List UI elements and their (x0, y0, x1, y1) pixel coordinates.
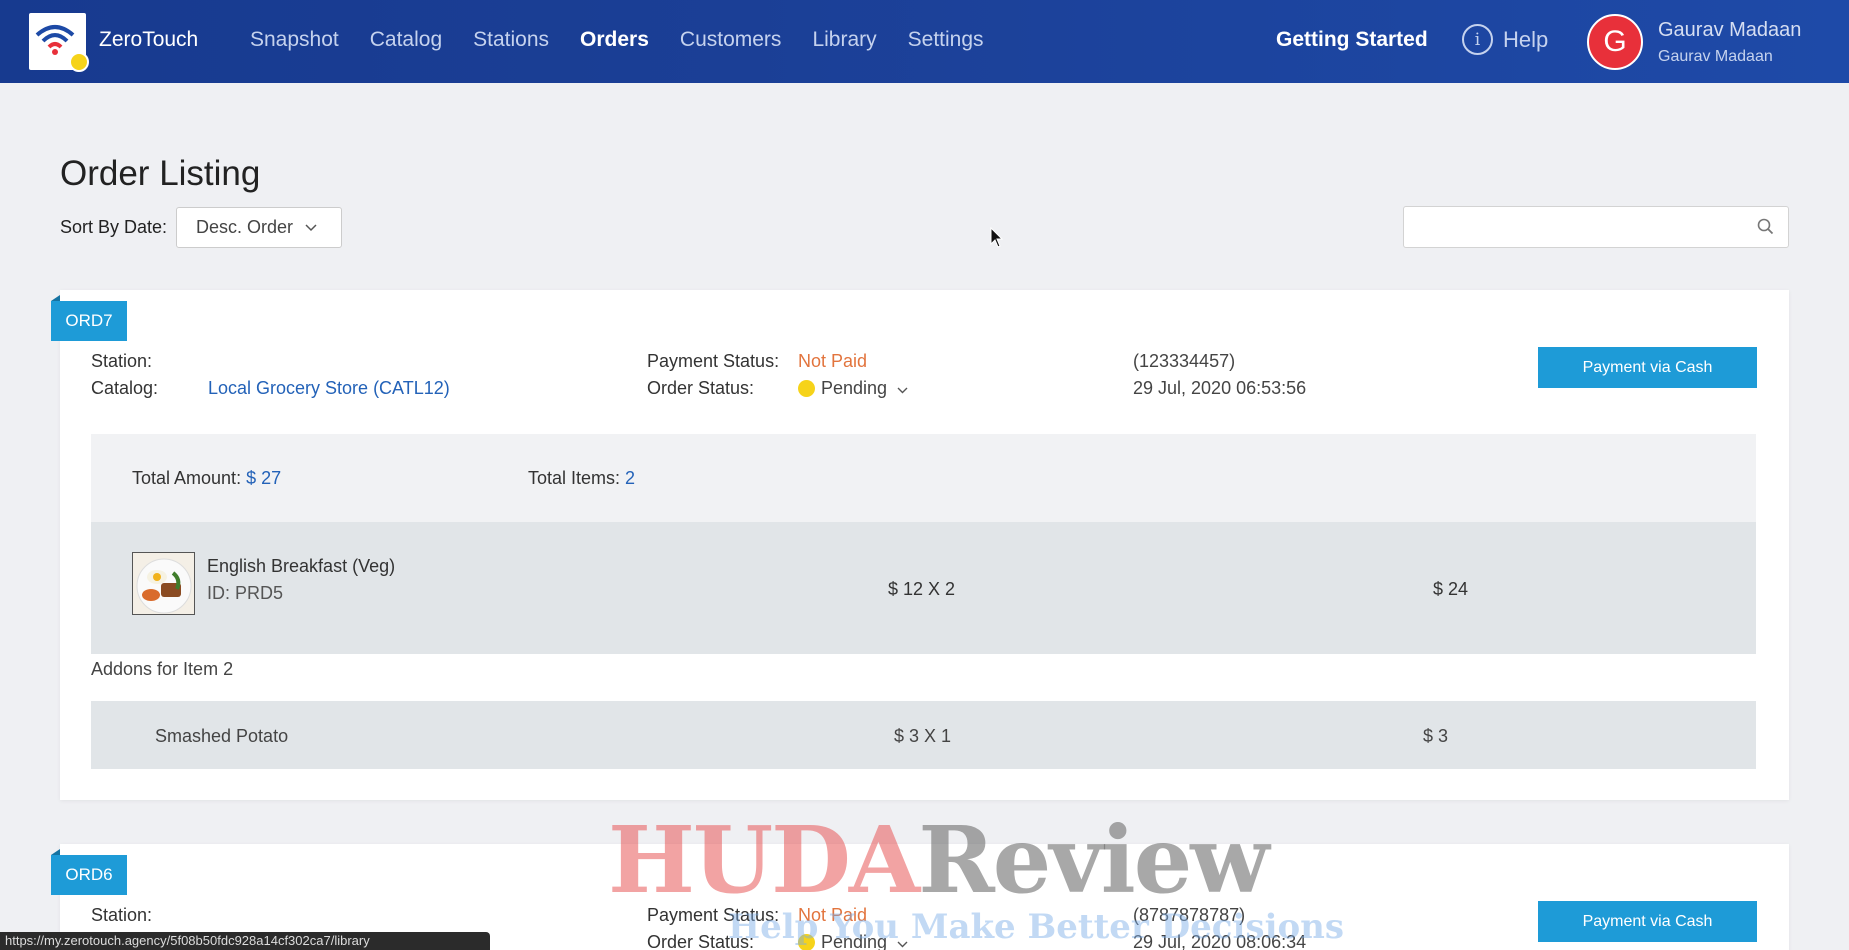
product-line-total: $ 24 (1433, 579, 1469, 599)
addon-name: Smashed Potato (155, 726, 289, 746)
addon-qty-price: $ 3 X 1 (894, 726, 952, 746)
search-icon[interactable] (1757, 218, 1774, 235)
wifi-icon (35, 25, 75, 55)
sort-by-date-label: Sort By Date: (60, 217, 168, 237)
pending-status-dot (798, 380, 815, 397)
total-items-value: 2 (625, 468, 636, 488)
zerotouch-logo[interactable] (29, 13, 89, 72)
info-icon: i (1462, 24, 1493, 55)
product-id: ID: PRD5 (207, 583, 284, 603)
order-status-label: Order Status: (647, 932, 755, 950)
nav-customers[interactable]: Customers (680, 28, 782, 52)
station-label: Station: (91, 905, 153, 925)
order-search (1403, 206, 1789, 248)
help-link[interactable]: i Help (1462, 24, 1548, 55)
order-status-dropdown[interactable]: Pending (798, 932, 908, 950)
customer-phone: (123334457) (1133, 351, 1236, 371)
chevron-down-icon (897, 941, 908, 948)
user-subtitle: Gaurav Madaan (1658, 48, 1773, 65)
page-title: Order Listing (60, 154, 261, 193)
nav-library[interactable]: Library (812, 28, 876, 52)
order-datetime: 29 Jul, 2020 06:53:56 (1133, 378, 1307, 398)
mouse-cursor-icon (990, 227, 1004, 248)
order-status-label: Order Status: (647, 378, 755, 398)
payment-via-cash-button[interactable]: Payment via Cash (1538, 347, 1757, 388)
total-amount-value: $ 27 (246, 468, 282, 488)
nav-stations[interactable]: Stations (473, 28, 549, 52)
getting-started-link[interactable]: Getting Started (1276, 28, 1428, 52)
pending-status-dot (798, 934, 815, 950)
payment-status-value: Not Paid (798, 905, 868, 925)
catalog-label: Catalog: (91, 378, 159, 398)
payment-via-cash-button[interactable]: Payment via Cash (1538, 901, 1757, 942)
nav-orders[interactable]: Orders (580, 28, 649, 52)
product-name: English Breakfast (Veg) (207, 556, 396, 576)
payment-status-value: Not Paid (798, 351, 868, 371)
order-datetime: 29 Jul, 2020 08:06:34 (1133, 932, 1307, 950)
user-avatar[interactable]: G (1587, 14, 1643, 70)
product-thumbnail (132, 552, 195, 615)
payment-status-label: Payment Status: (647, 351, 780, 371)
chevron-down-icon (897, 387, 908, 394)
nav-snapshot[interactable]: Snapshot (250, 28, 339, 52)
payment-status-label: Payment Status: (647, 905, 780, 925)
product-qty-price: $ 12 X 2 (888, 579, 956, 599)
order-id-tag: ORD6 (51, 849, 127, 895)
customer-phone: (8787878787) (1133, 905, 1246, 925)
user-name[interactable]: Gaurav Madaan (1658, 19, 1801, 42)
order-id-tag: ORD7 (51, 295, 127, 341)
order-item-row: English Breakfast (Veg) ID: PRD5 $ 12 X … (91, 522, 1756, 654)
order-status-value: Pending (821, 932, 888, 950)
main-nav: Snapshot Catalog Stations Orders Custome… (250, 28, 984, 52)
chevron-down-icon (305, 223, 317, 231)
status-url-bar: https://my.zerotouch.agency/5f08b50fdc92… (0, 932, 490, 950)
search-input[interactable] (1414, 207, 1744, 245)
total-items: Total Items: 2 (528, 468, 636, 488)
addon-row: Smashed Potato $ 3 X 1 $ 3 (91, 701, 1756, 769)
addons-title: Addons for Item 2 (91, 659, 234, 679)
catalog-link[interactable]: Local Grocery Store (CATL12) (208, 378, 450, 399)
order-summary: Total Amount: $ 27 Total Items: 2 (91, 434, 1756, 522)
nav-catalog[interactable]: Catalog (370, 28, 442, 52)
addon-total: $ 3 (1423, 726, 1449, 746)
help-label: Help (1503, 26, 1549, 52)
top-navbar: ZeroTouch Snapshot Catalog Stations Orde… (0, 0, 1849, 83)
station-label: Station: (91, 351, 153, 371)
order-status-dropdown[interactable]: Pending (798, 378, 908, 399)
sort-order-dropdown[interactable]: Desc. Order (176, 207, 342, 248)
total-amount: Total Amount: $ 27 (132, 468, 282, 488)
order-card: ORD7 Station: Catalog: Local Grocery Sto… (51, 290, 1789, 800)
sort-order-value: Desc. Order (196, 217, 294, 237)
logo-dot (69, 52, 89, 72)
brand-name: ZeroTouch (99, 28, 199, 51)
order-status-value: Pending (821, 378, 888, 398)
nav-settings[interactable]: Settings (908, 28, 984, 52)
